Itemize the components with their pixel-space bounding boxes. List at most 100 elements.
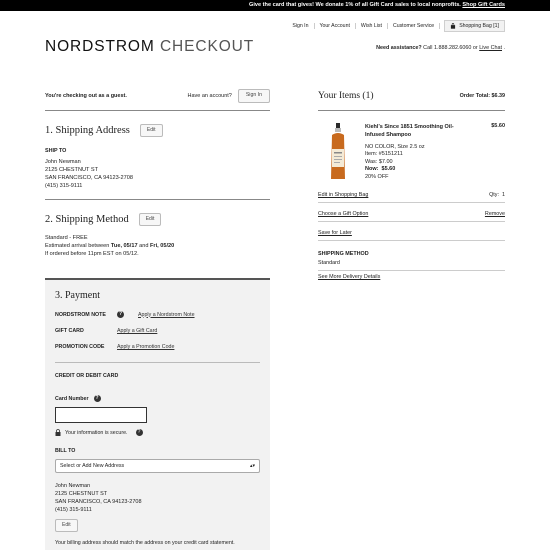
now-label: Now: [365, 166, 379, 173]
save-later-row: Save for Later [318, 230, 505, 236]
product-discount: 20% OFF [365, 173, 389, 180]
nordstrom-note-label: NORDSTROM NOTE [55, 311, 106, 318]
lock-icon [55, 429, 61, 436]
sign-in-button[interactable]: Sign In [237, 89, 270, 103]
utility-nav: Sign In Your Account Wish List Customer … [287, 20, 505, 32]
divider [318, 270, 505, 272]
apply-nordstrom-note-link[interactable]: Apply a Nordstrom Note [138, 312, 195, 318]
shipping-address-title: 1. Shipping Address [45, 125, 130, 136]
divider [55, 362, 260, 363]
bill-to-address-select[interactable]: Select or Add New Address ▴▾ [55, 459, 260, 473]
product-color-size: NO COLOR, Size 2.5 oz [365, 144, 425, 150]
help-icon[interactable]: ? [135, 429, 143, 436]
product-item-number: Item: #5151211 [365, 151, 403, 158]
help-icon[interactable]: ? [93, 395, 101, 402]
bill-to-address: John Newman 2125 CHESTNUT ST SAN FRANCIS… [55, 482, 260, 514]
see-more-delivery-details-link[interactable]: See More Delivery Details [318, 274, 505, 280]
save-for-later-link[interactable]: Save for Later [318, 230, 352, 236]
edit-billing-address-button[interactable]: Edit [55, 519, 78, 532]
shopping-bag-label: Shopping Bag [1] [459, 23, 499, 29]
divider [318, 221, 505, 223]
shipping-method-section: 2. Shipping Method Edit Standard - FREE … [45, 200, 270, 258]
address-line: 2125 CHESTNUT ST [55, 491, 108, 497]
account-question: Have an account? [187, 92, 232, 99]
bill-to-label: BILL TO [55, 448, 76, 454]
edit-shipping-method-button[interactable]: Edit [138, 213, 162, 226]
nordstrom-checkout-logo[interactable]: NORDSTROM CHECKOUT [45, 38, 254, 56]
address-line: (415) 315-9111 [55, 507, 92, 513]
ship-to-label: SHIP TO [45, 148, 67, 154]
payment-title: 3. Payment [55, 290, 100, 301]
shipping-method-details: Standard - FREE Estimated arrival betwee… [45, 234, 270, 258]
product-price: $5.60 [491, 123, 505, 129]
shipping-method-label: SHIPPING METHOD [318, 251, 369, 258]
secure-notice: Your information is secure. ? [55, 429, 260, 436]
shopping-bag-button[interactable]: Shopping Bag [1] [444, 20, 505, 32]
address-line: John Newman [55, 483, 91, 489]
credit-card-title: CREDIT OR DEBIT CARD [55, 373, 119, 379]
card-number-label-row: Card Number ? [55, 395, 260, 402]
arrival-and: and [137, 243, 151, 249]
address-line: (415) 315-9111 [45, 183, 83, 189]
bill-to-select-value: Select or Add New Address [60, 463, 125, 469]
remove-link[interactable]: Remove [485, 211, 505, 217]
edit-qty-row: Edit in Shopping Bag Qty: 1 [318, 192, 505, 198]
order-cutoff: If ordered before 11pm EST on 05/12. [45, 251, 139, 257]
address-line: John Newman [45, 159, 81, 165]
promo-banner: Give the card that gives! We donate 1% o… [0, 0, 550, 11]
promo-text: Give the card that gives! We donate 1% o… [248, 2, 463, 8]
divider [318, 240, 505, 242]
assistance-text: Call 1.888.282.6060 or [423, 45, 478, 51]
sign-in-link[interactable]: Sign In [287, 23, 315, 29]
checkout-steps: You're checking out as a guest. Have an … [45, 88, 270, 258]
qty-label: Qty: [489, 192, 499, 199]
customer-service-link[interactable]: Customer Service [388, 23, 441, 29]
apply-gift-card-link[interactable]: Apply a Gift Card [117, 328, 157, 334]
product-name-link[interactable]: Kiehl's Since 1851 Smoothing Oil-Infused… [365, 123, 465, 139]
guest-row: You're checking out as a guest. Have an … [45, 88, 270, 104]
edit-shipping-address-button[interactable]: Edit [139, 124, 163, 137]
gift-card-row: GIFT CARD Apply a Gift Card [55, 328, 260, 334]
shop-gift-cards-link[interactable]: Shop Gift Cards [462, 2, 505, 8]
wish-list-link[interactable]: Wish List [356, 23, 388, 29]
arrival-date-end: Fri, 05/20 [150, 243, 175, 249]
apply-promotion-code-link[interactable]: Apply a Promotion Code [117, 344, 174, 350]
shipping-method-value: Standard [318, 260, 340, 267]
help-icon[interactable]: ? [117, 311, 124, 318]
address-line: SAN FRANCISCO, CA 94123-2708 [55, 499, 142, 505]
promotion-code-label: PROMOTION CODE [55, 344, 105, 350]
product-was-price: Was: $7.00 [365, 158, 393, 165]
choose-gift-option-link[interactable]: Choose a Gift Option [318, 211, 368, 217]
shipping-address-section: 1. Shipping Address Edit SHIP TO John Ne… [45, 111, 270, 190]
assistance-label: Need assistance? [376, 45, 422, 51]
guest-message: You're checking out as a guest. [45, 93, 127, 99]
payment-section: 3. Payment NORDSTROM NOTE ? Apply a Nord… [45, 278, 270, 550]
qty-value: 1 [502, 192, 505, 199]
divider [318, 110, 505, 111]
product-now-price: Now: $5.60 [365, 166, 505, 173]
card-number-input[interactable] [55, 407, 147, 423]
ship-to-address: John Newman 2125 CHESTNUT ST SAN FRANCIS… [45, 158, 270, 190]
card-number-label: Card Number [55, 395, 89, 402]
shopping-bag-icon [451, 23, 456, 29]
quantity: Qty: 1 [489, 192, 505, 198]
estimated-arrival: Estimated arrival between Tue, 05/17 and… [45, 242, 270, 250]
select-arrows-icon: ▴▾ [249, 463, 255, 469]
product-image[interactable] [328, 123, 348, 181]
now-value: $5.60 [381, 166, 396, 173]
edit-in-shopping-bag-link[interactable]: Edit in Shopping Bag [318, 192, 368, 198]
your-account-link[interactable]: Your Account [315, 23, 356, 29]
logo-brand: NORDSTROM [45, 38, 155, 55]
shipping-method-line: Standard - FREE [45, 235, 88, 241]
secure-text: Your information is secure. [65, 429, 128, 436]
billing-note: Your billing address should match the ad… [55, 540, 235, 546]
address-line: 2125 CHESTNUT ST [45, 167, 99, 173]
live-chat-link[interactable]: Live Chat [479, 45, 502, 51]
assistance-info: Need assistance? Call 1.888.282.6060 or … [376, 45, 505, 51]
gift-remove-row: Choose a Gift Option Remove [318, 211, 505, 217]
shipping-method-title: 2. Shipping Method [45, 214, 129, 225]
product-item: Kiehl's Since 1851 Smoothing Oil-Infused… [318, 123, 505, 181]
arrival-prefix: Estimated arrival between [45, 243, 111, 249]
order-total: Order Total: $6.39 [459, 93, 505, 99]
order-summary: Your Items (1) Order Total: $6.39 Kiehl'… [318, 88, 505, 280]
